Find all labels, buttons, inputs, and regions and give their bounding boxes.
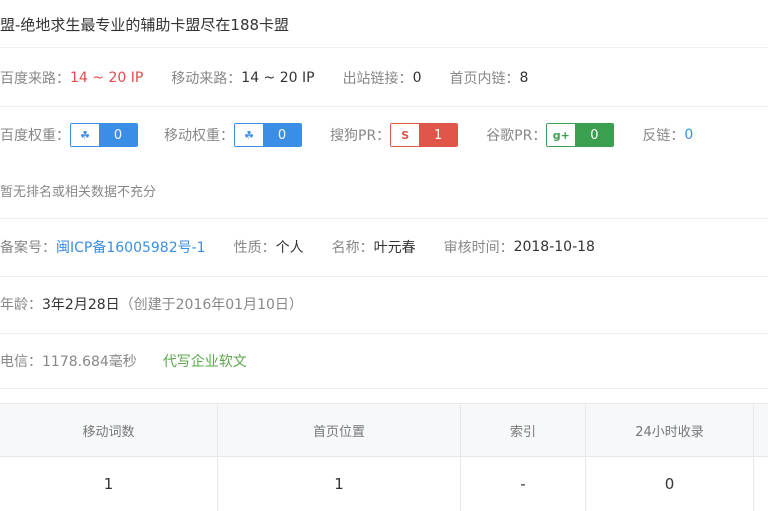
table-header-row: 移动词数 首页位置 索引 24小时收录: [0, 403, 768, 457]
google-pr-label: 谷歌PR：: [486, 128, 547, 144]
google-pr-value: 0: [575, 124, 614, 146]
keyword-stats-table: 移动词数 首页位置 索引 24小时收录 1 1 - 0: [0, 403, 768, 511]
sogou-pr-badge[interactable]: S 1: [390, 123, 459, 147]
outlinks-label: 出站链接：: [342, 71, 413, 87]
age-value: 3年2月28日: [42, 297, 120, 313]
baidu-weight-badge[interactable]: ☘ 0: [70, 123, 138, 147]
divider: [0, 47, 768, 48]
mobile-weight-label: 移动权重：: [164, 128, 234, 144]
mobile-weight-value: 0: [263, 124, 301, 146]
outlinks-value: 0: [412, 70, 422, 86]
promo-link[interactable]: 代写企业软文: [163, 351, 247, 371]
site-title-text: 盟-绝地求生最专业的辅助卡盟尽在188卡盟: [0, 15, 290, 34]
created-date: （创建于2016年01月10日）: [119, 297, 303, 313]
header-mobile-words: 移动词数: [0, 404, 218, 456]
telecom-value: 1178.684毫秒: [42, 354, 137, 370]
baidu-traffic-label: 百度来路：: [0, 71, 70, 87]
table-row: 1 1 - 0: [0, 457, 768, 511]
icp-link[interactable]: 闽ICP备16005982号-1: [56, 237, 206, 257]
mobile-weight-badge[interactable]: ☘ 0: [234, 123, 302, 147]
backlinks-label: 反链：: [642, 128, 685, 144]
age-label: 年龄：: [0, 297, 42, 313]
traffic-row: 百度来路： 14 ~ 20 IP 移动来路： 14 ~ 20 IP 出站链接： …: [0, 63, 768, 93]
cell-24h-indexed: 0: [586, 457, 754, 511]
telecom-label: 电信：: [0, 354, 42, 370]
google-g-icon: g+: [547, 124, 576, 146]
divider: [0, 276, 768, 277]
cell-index: -: [461, 457, 586, 511]
no-rank-note: 暂无排名或相关数据不充分: [0, 176, 768, 204]
divider: [0, 388, 768, 389]
google-pr-badge[interactable]: g+ 0: [546, 123, 615, 147]
weights-row: 百度权重： ☘ 0 移动权重： ☘ 0 搜狗PR： S 1 谷歌PR： g+ 0…: [0, 120, 768, 150]
cell-homepage-position: 1: [218, 457, 461, 511]
sogou-s-icon: S: [391, 124, 420, 146]
review-time-label: 审核时间：: [443, 240, 514, 256]
nature-label: 性质：: [233, 240, 276, 256]
divider: [0, 218, 768, 219]
divider: [0, 106, 768, 107]
cell-mobile-words: 1: [0, 457, 218, 511]
baidu-weight-value: 0: [99, 124, 137, 146]
no-rank-note-text: 暂无排名或相关数据不充分: [0, 184, 157, 200]
sogou-pr-label: 搜狗PR：: [330, 128, 391, 144]
nature-value: 个人: [275, 240, 304, 256]
mobile-paw-icon: ☘: [235, 124, 263, 146]
icp-label: 备案号：: [0, 240, 56, 256]
inlinks-value: 8: [519, 70, 529, 86]
mobile-traffic-label: 移动来路：: [171, 71, 242, 87]
baidu-paw-icon: ☘: [71, 124, 99, 146]
icp-row: 备案号： 闽ICP备16005982号-1 性质： 个人 名称： 叶元春 审核时…: [0, 232, 768, 262]
header-index: 索引: [461, 404, 586, 456]
name-value: 叶元春: [373, 240, 416, 256]
backlinks-value[interactable]: 0: [684, 127, 693, 143]
site-title: 盟-绝地求生最专业的辅助卡盟尽在188卡盟: [0, 8, 768, 40]
mobile-traffic-value: 14 ~ 20 IP: [241, 70, 315, 86]
inlinks-label: 首页内链：: [449, 71, 520, 87]
baidu-traffic-value: 14 ~ 20 IP: [70, 70, 144, 86]
divider: [0, 333, 768, 334]
age-row: 年龄： 3年2月28日 （创建于2016年01月10日）: [0, 289, 768, 319]
header-24h-indexed: 24小时收录: [586, 404, 754, 456]
sogou-pr-value: 1: [419, 124, 458, 146]
name-label: 名称：: [331, 240, 374, 256]
header-homepage-position: 首页位置: [218, 404, 461, 456]
speed-row: 电信： 1178.684毫秒 代写企业软文: [0, 346, 768, 376]
review-time-value: 2018-10-18: [513, 239, 595, 255]
baidu-weight-label: 百度权重：: [0, 128, 70, 144]
